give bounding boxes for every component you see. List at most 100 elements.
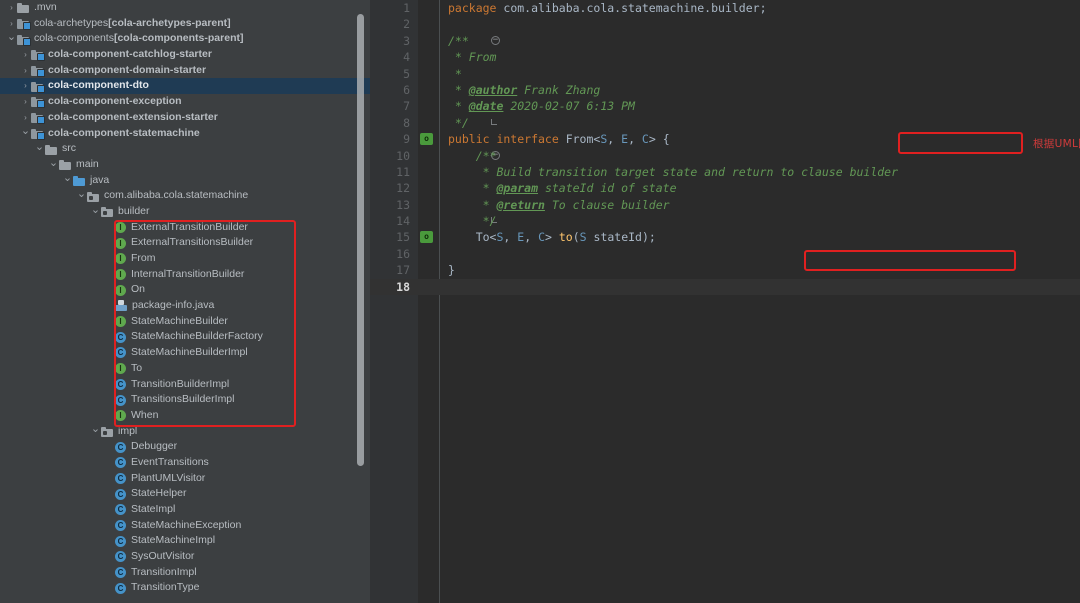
tree-item-transitionbuilderimpl[interactable]: CTransitionBuilderImpl: [0, 377, 370, 393]
tree-item-from[interactable]: IFrom: [0, 251, 370, 267]
project-tree-panel[interactable]: ›.mvn›cola-archetypes [cola-archetypes-p…: [0, 0, 370, 603]
chevron-right-icon[interactable]: ›: [20, 67, 31, 75]
code-token: To clause builder: [545, 198, 670, 212]
code-editor[interactable]: 1package com.alibaba.cola.statemachine.b…: [370, 0, 1080, 603]
code-line-13[interactable]: 13 * @return To clause builder: [370, 197, 1080, 213]
code-line-8[interactable]: 8 */: [370, 115, 1080, 131]
tree-item-label: impl: [118, 424, 137, 440]
tree-item-eventtransitions[interactable]: CEventTransitions: [0, 455, 370, 471]
editor-lines[interactable]: 1package com.alibaba.cola.statemachine.b…: [370, 0, 1080, 295]
tree-item-statemachinebuilder[interactable]: IStateMachineBuilder: [0, 314, 370, 330]
module-icon: [31, 111, 44, 124]
code-line-16[interactable]: 16: [370, 246, 1080, 262]
tree-item-to[interactable]: ITo: [0, 361, 370, 377]
tree-item-label: cola-component-catchlog-starter: [48, 47, 212, 63]
code-line-7[interactable]: 7 * @date 2020-02-07 6:13 PM: [370, 98, 1080, 114]
tree-item-externaltransitionbuilder[interactable]: IExternalTransitionBuilder: [0, 220, 370, 236]
class-icon: C: [115, 395, 126, 406]
tree-item-statemachinebuilderimpl[interactable]: CStateMachineBuilderImpl: [0, 345, 370, 361]
tree-item-label: ExternalTransitionBuilder: [131, 220, 248, 236]
class-icon: C: [115, 332, 126, 343]
code-line-17[interactable]: 17}: [370, 262, 1080, 278]
code-line-11[interactable]: 11 * Build transition target state and r…: [370, 164, 1080, 180]
code-text: public interface From<S, E, C> {: [448, 131, 670, 147]
chevron-right-icon[interactable]: ›: [6, 4, 17, 12]
tree-item-on[interactable]: IOn: [0, 282, 370, 298]
chevron-right-icon[interactable]: ›: [20, 82, 31, 90]
tree-item-com-alibaba-cola-statemachine[interactable]: ⌄com.alibaba.cola.statemachine: [0, 188, 370, 204]
tree-item-main[interactable]: ⌄main: [0, 157, 370, 173]
code-line-15[interactable]: 15o To<S, E, C> to(S stateId);: [370, 229, 1080, 245]
code-line-3[interactable]: 3−/**: [370, 33, 1080, 49]
code-line-10[interactable]: 10− /**: [370, 148, 1080, 164]
tree-item-impl[interactable]: ⌄ impl: [0, 424, 370, 440]
code-line-12[interactable]: 12 * @param stateId id of state: [370, 180, 1080, 196]
project-tree-scrollbar-track[interactable]: [360, 0, 367, 603]
tree-item-transitionsbuilderimpl[interactable]: CTransitionsBuilderImpl: [0, 392, 370, 408]
chevron-down-icon[interactable]: ⌄: [34, 142, 45, 153]
code-token: ,: [503, 230, 517, 244]
tree-item-internaltransitionbuilder[interactable]: IInternalTransitionBuilder: [0, 267, 370, 283]
implemented-interface-gutter-icon[interactable]: o: [420, 133, 433, 145]
code-line-2[interactable]: 2: [370, 16, 1080, 32]
fold-region-end-icon[interactable]: [491, 119, 497, 125]
chevron-right-icon[interactable]: ›: [20, 114, 31, 122]
tree-item-statemachinebuilderfactory[interactable]: CStateMachineBuilderFactory: [0, 329, 370, 345]
tree-item-cola-component-exception[interactable]: ›cola-component-exception: [0, 94, 370, 110]
code-line-6[interactable]: 6 * @author Frank Zhang: [370, 82, 1080, 98]
code-line-4[interactable]: 4 * From: [370, 49, 1080, 65]
tree-item-cola-component-catchlog-starter[interactable]: › cola-component-catchlog-starter: [0, 47, 370, 63]
tree-item-transitiontype[interactable]: CTransitionType: [0, 580, 370, 596]
chevron-right-icon[interactable]: ›: [20, 98, 31, 106]
code-token: ,: [607, 132, 621, 146]
tree-item-cola-component-statemachine[interactable]: ⌄cola-component-statemachine: [0, 126, 370, 142]
tree-item-cola-component-domain-starter[interactable]: ›cola-component-domain-starter: [0, 63, 370, 79]
chevron-right-icon[interactable]: ›: [6, 20, 17, 28]
tree-item-debugger[interactable]: CDebugger: [0, 439, 370, 455]
implemented-interface-gutter-icon[interactable]: o: [420, 231, 433, 243]
code-line-14[interactable]: 14 */: [370, 213, 1080, 229]
code-token: *: [448, 198, 496, 212]
tree-item-label: SysOutVisitor: [131, 549, 194, 565]
tree-item-cola-components[interactable]: ⌄cola-components [cola-components-parent…: [0, 31, 370, 47]
tree-item-cola-archetypes[interactable]: ›cola-archetypes [cola-archetypes-parent…: [0, 16, 370, 32]
tree-item-plantumlvisitor[interactable]: CPlantUMLVisitor: [0, 471, 370, 487]
chevron-right-icon[interactable]: ›: [20, 51, 31, 59]
tree-item-statehelper[interactable]: CStateHelper: [0, 486, 370, 502]
tree-item-package-info-java[interactable]: package-info.java: [0, 298, 370, 314]
module-icon: [31, 95, 44, 108]
line-number: 6: [370, 82, 410, 98]
project-tree-scrollbar-thumb[interactable]: [357, 14, 364, 466]
code-line-5[interactable]: 5 *: [370, 66, 1080, 82]
chevron-down-icon[interactable]: ⌄: [20, 126, 31, 137]
chevron-down-icon[interactable]: ⌄: [48, 158, 59, 169]
tree-item-transitionimpl[interactable]: CTransitionImpl: [0, 565, 370, 581]
tree-item-builder[interactable]: ⌄builder: [0, 204, 370, 220]
chevron-down-icon[interactable]: ⌄: [6, 32, 17, 43]
code-line-9[interactable]: 9opublic interface From<S, E, C> {: [370, 131, 1080, 147]
chevron-down-icon[interactable]: ⌄: [90, 205, 101, 216]
chevron-down-icon[interactable]: ⌄: [76, 189, 87, 200]
tree-item-stateimpl[interactable]: CStateImpl: [0, 502, 370, 518]
tree-item-statemachineimpl[interactable]: CStateMachineImpl: [0, 533, 370, 549]
chevron-down-icon[interactable]: ⌄: [90, 424, 101, 435]
tree-item-mvn[interactable]: ›.mvn: [0, 0, 370, 16]
code-line-1[interactable]: 1package com.alibaba.cola.statemachine.b…: [370, 0, 1080, 16]
tree-item-when[interactable]: IWhen: [0, 408, 370, 424]
tree-item-statemachineexception[interactable]: CStateMachineException: [0, 518, 370, 534]
tree-item-cola-component-extension-starter[interactable]: ›cola-component-extension-starter: [0, 110, 370, 126]
class-icon: C: [115, 489, 126, 500]
tree-item-cola-component-dto[interactable]: ›cola-component-dto: [0, 78, 370, 94]
fold-collapse-icon[interactable]: −: [491, 36, 500, 45]
tree-item-sysoutvisitor[interactable]: CSysOutVisitor: [0, 549, 370, 565]
code-line-18[interactable]: 18: [370, 279, 1080, 295]
tree-item-externaltransitionsbuilder[interactable]: IExternalTransitionsBuilder: [0, 235, 370, 251]
tree-item-java[interactable]: ⌄java: [0, 173, 370, 189]
interface-icon: I: [115, 253, 126, 264]
line-number: 18: [370, 279, 410, 295]
chevron-down-icon[interactable]: ⌄: [62, 173, 73, 184]
tree-item-src[interactable]: ⌄src: [0, 141, 370, 157]
line-number: 8: [370, 115, 410, 131]
line-number: 3: [370, 33, 410, 49]
project-tree-list[interactable]: ›.mvn›cola-archetypes [cola-archetypes-p…: [0, 0, 370, 596]
